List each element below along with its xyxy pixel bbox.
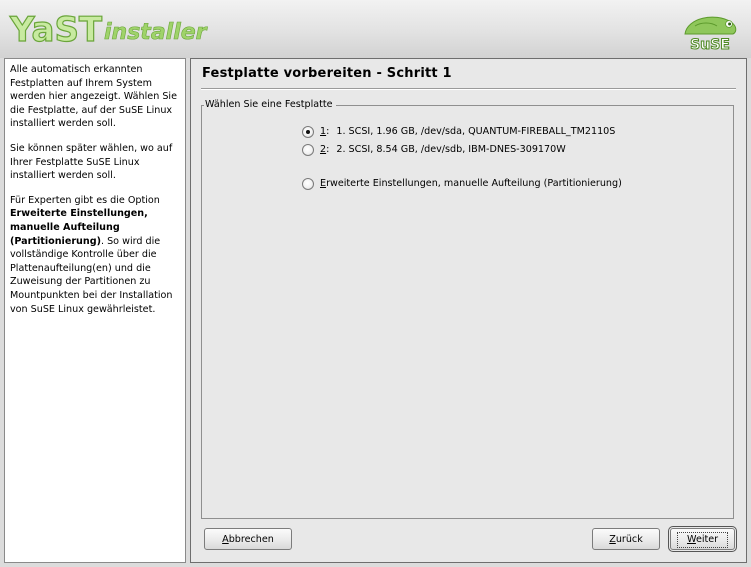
help-paragraph-3: Für Experten gibt es die Option Erweiter… bbox=[10, 194, 180, 316]
title-divider bbox=[201, 88, 736, 90]
option-label: 1. SCSI, 1.96 GB, /dev/sda, QUANTUM-FIRE… bbox=[336, 126, 616, 137]
svg-text:YaST: YaST bbox=[9, 10, 103, 50]
next-button-focus-frame: Weiter bbox=[677, 532, 729, 548]
yast-installer-logo: YaST installer bbox=[8, 9, 208, 50]
option-label: 2. SCSI, 8.54 GB, /dev/sdb, IBM-DNES-309… bbox=[336, 144, 566, 155]
button-label: urück bbox=[615, 534, 643, 545]
button-label: bbrechen bbox=[228, 534, 274, 545]
button-label: eiter bbox=[695, 534, 719, 545]
disk-option-1[interactable]: 1: 1. SCSI, 1.96 GB, /dev/sda, QUANTUM-F… bbox=[302, 126, 615, 138]
next-button[interactable]: Weiter bbox=[668, 526, 737, 552]
radio-button-checked[interactable] bbox=[302, 126, 314, 138]
radio-button[interactable] bbox=[302, 144, 314, 156]
button-mnemonic: A bbox=[222, 534, 229, 545]
help-paragraph-2: Sie können später wählen, wo auf Ihrer F… bbox=[10, 142, 173, 182]
radio-button[interactable] bbox=[302, 178, 314, 190]
button-mnemonic: Z bbox=[609, 534, 616, 545]
option-key-suffix: : bbox=[326, 144, 330, 155]
disk-selection-group: Wählen Sie eine Festplatte 1: 1. SCSI, 1… bbox=[201, 99, 734, 519]
installer-header: YaST installer SuSE bbox=[0, 0, 751, 58]
button-mnemonic: W bbox=[687, 534, 696, 545]
help-panel: Alle automatisch erkannten Festplatten a… bbox=[4, 58, 186, 563]
expert-partitioning-option[interactable]: Erweiterte Einstellungen, manuelle Aufte… bbox=[302, 178, 622, 190]
option-key-suffix: : bbox=[326, 126, 330, 137]
disk-option-2[interactable]: 2: 2. SCSI, 8.54 GB, /dev/sdb, IBM-DNES-… bbox=[302, 144, 566, 156]
help-text: Für Experten gibt es die Option bbox=[10, 194, 160, 206]
svg-text:SuSE: SuSE bbox=[690, 37, 730, 52]
help-paragraph-1: Alle automatisch erkannten Festplatten a… bbox=[10, 64, 177, 130]
help-text: . So wird die vollständige Kontrolle übe… bbox=[10, 235, 173, 315]
page-title: Festplatte vorbereiten - Schritt 1 bbox=[202, 66, 452, 81]
suse-logo: SuSE bbox=[684, 16, 737, 52]
main-panel: Festplatte vorbereiten - Schritt 1 Wähle… bbox=[190, 58, 747, 563]
back-button[interactable]: Zurück bbox=[592, 528, 660, 550]
option-label: rweiterte Einstellungen, manuelle Auftei… bbox=[326, 178, 622, 189]
abort-button[interactable]: Abbrechen bbox=[204, 528, 292, 550]
svg-text:installer: installer bbox=[104, 20, 208, 45]
group-label: Wählen Sie eine Festplatte bbox=[204, 99, 336, 111]
